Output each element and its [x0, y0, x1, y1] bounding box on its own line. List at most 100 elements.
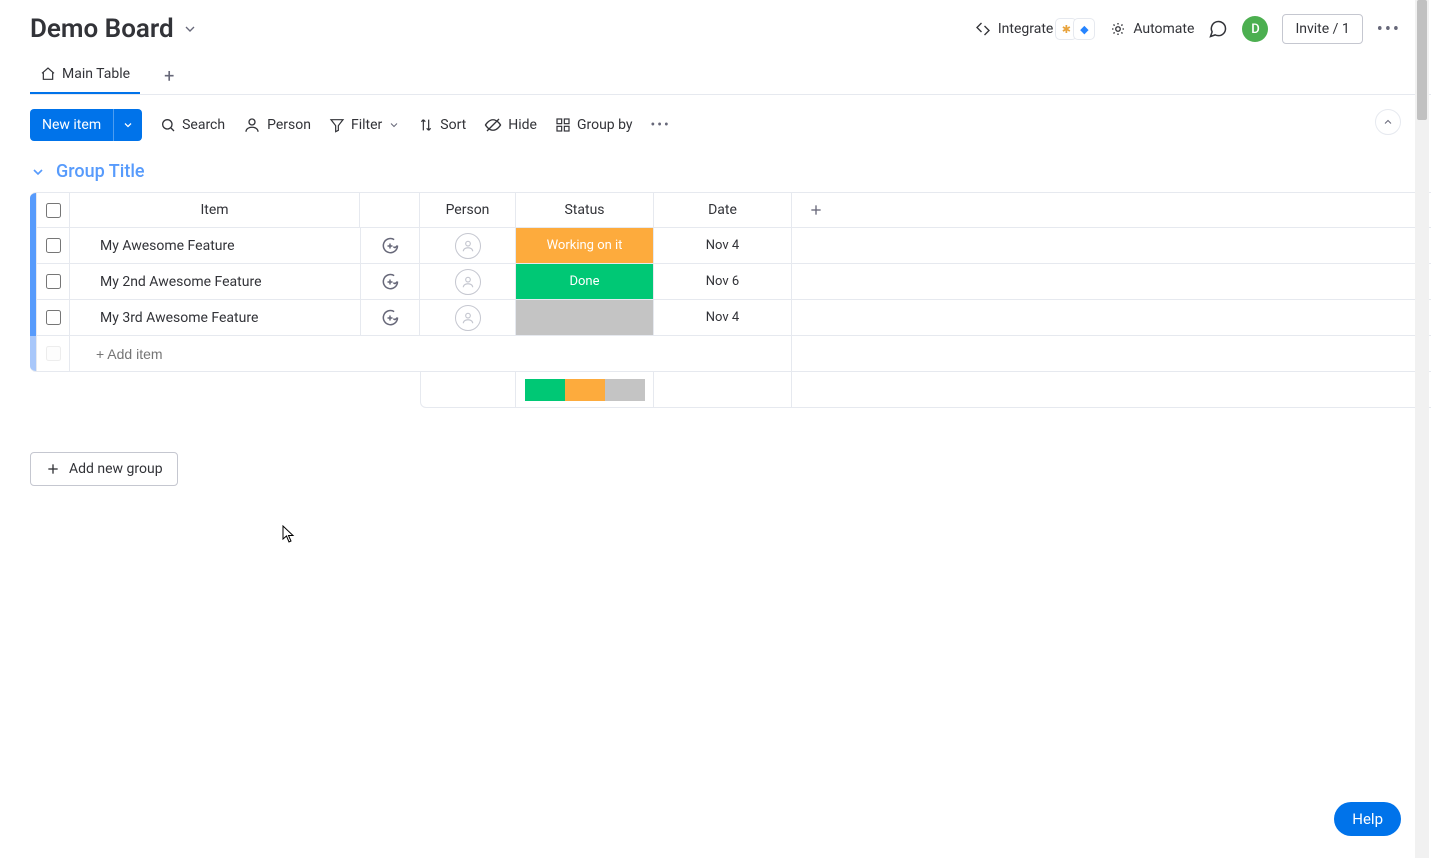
search-label: Search — [182, 117, 225, 133]
chevron-down-icon — [182, 21, 198, 37]
sort-label: Sort — [440, 117, 466, 133]
person-filter-button[interactable]: Person — [243, 116, 311, 134]
empty-cell — [792, 300, 1431, 336]
filter-button[interactable]: Filter — [329, 117, 400, 133]
column-header-item[interactable]: Item — [70, 192, 360, 228]
help-label: Help — [1352, 810, 1383, 828]
integrate-icon — [974, 20, 992, 38]
plus-icon: + — [164, 66, 174, 87]
collapse-toolbar-button[interactable] — [1375, 109, 1401, 135]
integrate-apps: ✱ ◆ — [1059, 18, 1095, 40]
filter-label: Filter — [351, 117, 382, 133]
more-icon: ••• — [651, 117, 671, 133]
summary-bar-blank — [605, 379, 645, 401]
column-header-conversation — [360, 192, 420, 228]
empty-person-icon — [455, 269, 481, 295]
summary-bar-working — [565, 379, 605, 401]
empty-person-icon — [455, 305, 481, 331]
add-view-button[interactable]: + — [154, 60, 184, 93]
add-chat-icon — [380, 308, 400, 328]
jira-icon: ◆ — [1073, 18, 1095, 40]
item-name-cell[interactable]: My Awesome Feature — [70, 228, 360, 264]
empty-person-icon — [455, 233, 481, 259]
item-name-cell[interactable]: My 2nd Awesome Feature — [70, 264, 360, 300]
hide-label: Hide — [508, 117, 537, 133]
integrate-button[interactable]: Integrate ✱ ◆ — [974, 18, 1096, 40]
column-header-date[interactable]: Date — [654, 192, 792, 228]
board-title-button[interactable]: Demo Board — [30, 14, 198, 44]
group-title: Group Title — [56, 161, 145, 182]
conversation-button[interactable] — [360, 300, 420, 336]
chat-icon — [1208, 19, 1228, 39]
help-button[interactable]: Help — [1334, 802, 1401, 836]
sort-button[interactable]: Sort — [418, 117, 466, 133]
conversation-button[interactable] — [360, 264, 420, 300]
board-title: Demo Board — [30, 14, 174, 44]
tab-main-table[interactable]: Main Table — [30, 58, 140, 94]
search-icon — [160, 117, 176, 133]
automate-icon — [1109, 20, 1127, 38]
row-checkbox[interactable] — [46, 238, 61, 253]
empty-cell — [792, 264, 1431, 300]
person-cell[interactable] — [420, 264, 516, 300]
column-header-status[interactable]: Status — [516, 192, 654, 228]
add-new-group-button[interactable]: Add new group — [30, 452, 178, 486]
more-icon: ••• — [1377, 19, 1401, 40]
status-cell[interactable] — [516, 300, 654, 336]
date-cell[interactable]: Nov 4 — [654, 300, 792, 336]
sort-icon — [418, 117, 434, 133]
chevron-up-icon — [1382, 116, 1394, 128]
empty-cell — [792, 228, 1431, 264]
row-checkbox — [46, 346, 61, 361]
person-cell[interactable] — [420, 228, 516, 264]
tab-main-table-label: Main Table — [62, 66, 130, 82]
new-item-dropdown[interactable] — [113, 109, 142, 141]
hide-button[interactable]: Hide — [484, 116, 537, 134]
group-by-button[interactable]: Group by — [555, 117, 633, 133]
person-cell[interactable] — [420, 300, 516, 336]
status-cell[interactable]: Done — [516, 264, 654, 300]
new-item-button[interactable]: New item — [30, 109, 113, 141]
add-item-input[interactable] — [94, 345, 791, 363]
automate-button[interactable]: Automate — [1109, 20, 1194, 38]
invite-label: Invite / 1 — [1295, 21, 1349, 37]
more-options-button[interactable]: ••• — [1377, 19, 1401, 40]
avatar[interactable]: D — [1242, 16, 1268, 42]
group-header[interactable]: Group Title — [30, 161, 145, 182]
plus-icon — [45, 461, 61, 477]
new-item-split-button: New item — [30, 109, 142, 141]
summary-status-cell — [516, 372, 654, 408]
table-row: My 3rd Awesome Feature Nov 4 — [30, 300, 1431, 336]
search-button[interactable]: Search — [160, 117, 225, 133]
add-item-row — [30, 336, 1431, 372]
column-header-person[interactable]: Person — [420, 192, 516, 228]
add-column-button[interactable] — [792, 192, 1431, 228]
row-checkbox[interactable] — [46, 310, 61, 325]
invite-button[interactable]: Invite / 1 — [1282, 14, 1362, 44]
empty-cell — [792, 372, 1431, 408]
add-chat-icon — [380, 236, 400, 256]
item-name-cell[interactable]: My 3rd Awesome Feature — [70, 300, 360, 336]
empty-cell — [792, 336, 1431, 372]
chevron-down-icon — [122, 119, 134, 131]
toolbar-more-button[interactable]: ••• — [651, 117, 671, 133]
discussion-button[interactable] — [1208, 19, 1228, 39]
chevron-down-icon — [30, 164, 46, 180]
plus-icon — [808, 202, 824, 218]
automate-label: Automate — [1133, 21, 1194, 37]
date-cell[interactable]: Nov 6 — [654, 264, 792, 300]
date-cell[interactable]: Nov 4 — [654, 228, 792, 264]
row-checkbox[interactable] — [46, 274, 61, 289]
group-by-icon — [555, 117, 571, 133]
status-cell[interactable]: Working on it — [516, 228, 654, 264]
new-item-label: New item — [42, 117, 101, 133]
add-group-label: Add new group — [69, 461, 163, 477]
summary-person-cell — [420, 372, 516, 408]
person-filter-label: Person — [267, 117, 311, 133]
integrate-label: Integrate — [998, 21, 1054, 37]
conversation-button[interactable] — [360, 228, 420, 264]
select-all-checkbox[interactable] — [46, 203, 61, 218]
summary-date-cell — [654, 372, 792, 408]
add-chat-icon — [380, 272, 400, 292]
hide-icon — [484, 116, 502, 134]
